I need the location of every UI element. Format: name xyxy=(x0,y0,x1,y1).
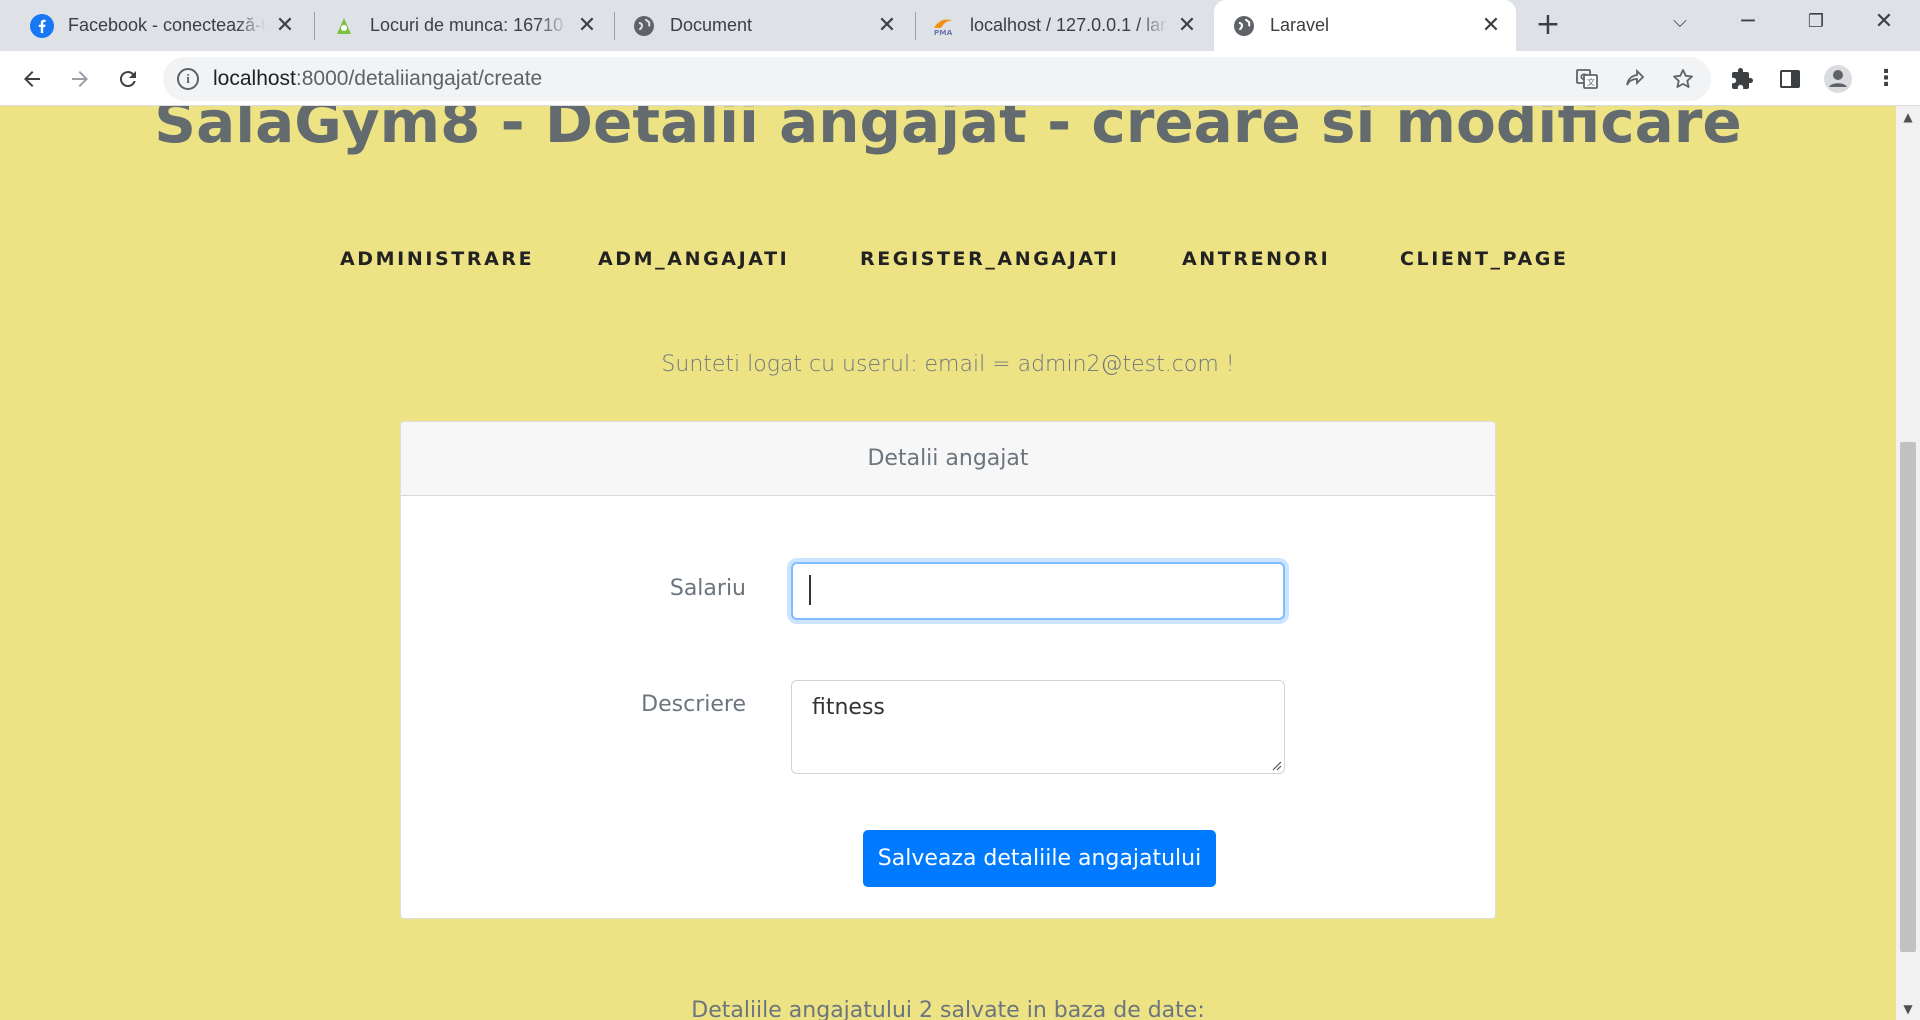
main-nav: ADMINISTRARE ADM_ANGAJATI REGISTER_ANGAJ… xyxy=(0,248,1896,278)
address-bar[interactable]: i localhost:8000/detaliiangajat/create G… xyxy=(163,57,1711,101)
side-panel-icon[interactable] xyxy=(1772,61,1808,97)
forward-button[interactable] xyxy=(62,61,98,97)
tab-title: Facebook - conectează-te sau înscrie-te xyxy=(68,15,266,35)
employee-details-card: Detalii angajat Salariu Descriere fitnes… xyxy=(400,421,1496,919)
menu-kebab-icon[interactable]: ⋮ xyxy=(1868,61,1904,97)
close-icon[interactable]: ✕ xyxy=(1480,14,1502,37)
svg-text:PMA: PMA xyxy=(934,28,953,37)
close-window-button[interactable]: ✕ xyxy=(1852,0,1916,44)
nav-link-administrare[interactable]: ADMINISTRARE xyxy=(340,248,534,270)
tab-phpmyadmin[interactable]: PMA localhost / 127.0.0.1 / laravel ✕ xyxy=(914,0,1212,51)
close-icon[interactable]: ✕ xyxy=(576,14,598,37)
save-button[interactable]: Salveaza detaliile angajatului xyxy=(863,830,1216,887)
site-info-icon[interactable]: i xyxy=(177,68,199,90)
tab-title: Laravel xyxy=(1270,15,1330,35)
salariu-input[interactable] xyxy=(791,562,1285,620)
nav-link-register-angajati[interactable]: REGISTER_ANGAJATI xyxy=(860,248,1119,270)
descriere-text: fitness xyxy=(812,695,885,720)
tab-document[interactable]: Document ✕ xyxy=(614,0,912,51)
share-icon[interactable] xyxy=(1621,65,1649,93)
tab-title: Document xyxy=(670,15,753,35)
descriere-textarea[interactable]: fitness xyxy=(791,680,1285,774)
tab-facebook[interactable]: Facebook - conectează-te sau înscrie-te … xyxy=(12,0,310,51)
card-header: Detalii angajat xyxy=(401,422,1495,496)
back-button[interactable] xyxy=(14,61,50,97)
page-scrollbar[interactable]: ▲ ▼ xyxy=(1896,106,1920,1020)
globe-icon xyxy=(632,14,656,38)
descriere-label: Descriere xyxy=(641,692,746,717)
nav-link-antrenori[interactable]: ANTRENORI xyxy=(1182,248,1330,270)
url-text[interactable]: localhost:8000/detaliiangajat/create xyxy=(213,57,542,101)
scroll-up-arrow-icon[interactable]: ▲ xyxy=(1896,108,1920,126)
close-icon[interactable]: ✕ xyxy=(274,14,296,37)
minimize-button[interactable]: ─ xyxy=(1716,0,1780,44)
translate-icon[interactable]: G文 xyxy=(1573,65,1601,93)
facebook-icon xyxy=(30,13,54,38)
tab-bestjobs[interactable]: Locuri de munca: 16710 Joburi ✕ xyxy=(314,0,612,51)
saved-details-heading: Detaliile angajatului 2 salvate in baza … xyxy=(691,998,1205,1020)
tab-strip: Facebook - conectează-te sau înscrie-te … xyxy=(0,0,1920,51)
svg-text:文: 文 xyxy=(1587,77,1595,87)
extensions-icon[interactable] xyxy=(1724,61,1760,97)
phpmyadmin-icon: PMA xyxy=(932,14,956,38)
tab-search-icon[interactable]: ⌵ xyxy=(1648,0,1712,44)
bestjobs-icon xyxy=(332,14,356,38)
new-tab-button[interactable]: + xyxy=(1530,8,1566,44)
close-icon[interactable]: ✕ xyxy=(876,14,898,37)
resize-grip-icon[interactable] xyxy=(1270,759,1282,771)
page-title: SalaGym8 - Detalii angajat - creare si m… xyxy=(154,106,1742,156)
nav-link-adm-angajati[interactable]: ADM_ANGAJATI xyxy=(598,248,789,270)
profile-avatar[interactable] xyxy=(1820,61,1856,97)
tab-title: Locuri de munca: 16710 Joburi xyxy=(370,15,568,35)
tab-laravel[interactable]: Laravel ✕ xyxy=(1214,0,1516,51)
globe-icon xyxy=(1232,14,1256,38)
salariu-label: Salariu xyxy=(669,576,746,601)
bookmark-star-icon[interactable] xyxy=(1669,65,1697,93)
logged-in-message: Sunteti logat cu userul: email = admin2@… xyxy=(661,352,1235,377)
scroll-down-arrow-icon[interactable]: ▼ xyxy=(1896,1000,1920,1018)
scrollbar-thumb[interactable] xyxy=(1900,442,1916,952)
restore-button[interactable]: ❐ xyxy=(1784,0,1848,44)
nav-link-client-page[interactable]: CLIENT_PAGE xyxy=(1400,248,1569,270)
close-icon[interactable]: ✕ xyxy=(1176,14,1198,37)
browser-toolbar: i localhost:8000/detaliiangajat/create G… xyxy=(0,51,1920,106)
reload-button[interactable] xyxy=(110,61,146,97)
page-viewport: SalaGym8 - Detalii angajat - creare si m… xyxy=(0,106,1896,1020)
tab-title: localhost / 127.0.0.1 / laravel xyxy=(970,15,1168,35)
